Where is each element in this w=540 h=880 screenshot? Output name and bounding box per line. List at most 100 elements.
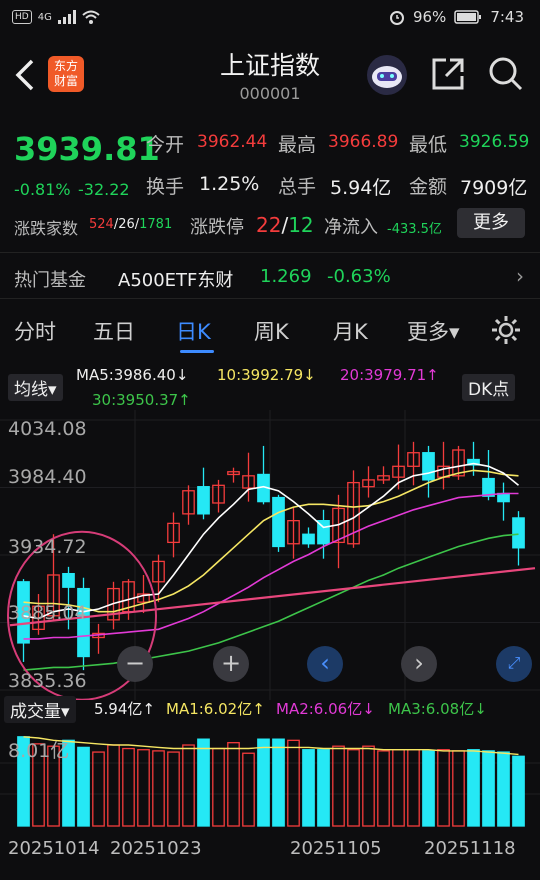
volume-chart[interactable] <box>0 724 540 834</box>
ma10-line <box>23 469 519 613</box>
change-percent: -0.81% <box>14 180 71 199</box>
tab-weekly-k[interactable]: 周K <box>254 316 289 346</box>
y-axis-label: 3934.72 <box>8 536 87 558</box>
amount-value: 7909亿 <box>460 177 528 199</box>
divider <box>0 252 540 253</box>
volume-indicator-select[interactable]: 成交量▾ <box>4 696 76 723</box>
volume-bar <box>197 738 210 827</box>
candle <box>407 441 420 486</box>
volume-bar <box>422 750 435 827</box>
candle <box>212 479 225 513</box>
tab-daily-k[interactable]: 日K <box>176 316 211 346</box>
chart-area: 均线▾ MA5:3986.40↓ 10:3992.79↓ 20:3979.71↑… <box>0 360 540 880</box>
high-value: 3966.89 <box>328 132 399 152</box>
volume-bar <box>137 749 150 827</box>
breadth-down: 1781 <box>139 217 173 232</box>
netflow-label: 净流入 <box>324 217 378 238</box>
more-button[interactable]: 更多 <box>457 208 525 238</box>
candle <box>137 575 150 614</box>
hot-fund-row[interactable]: 热门基金 A500ETF东财 1.269 -0.63% › <box>0 254 540 296</box>
open-label: 今开 <box>146 134 185 156</box>
volume-bar <box>227 742 240 827</box>
volume-bar <box>392 749 405 827</box>
volume-bar <box>437 749 450 827</box>
candle-body <box>272 496 285 548</box>
low-value: 3926.59 <box>459 132 530 152</box>
change-amount: -32.22 <box>78 180 130 199</box>
ma5-line <box>23 462 520 620</box>
y-axis-label: 3885.04 <box>8 602 87 624</box>
volume-bar <box>332 745 345 827</box>
candle <box>92 623 105 654</box>
ma20-line <box>23 492 519 640</box>
candle <box>227 467 240 483</box>
candle-body <box>497 492 510 503</box>
volume-bar <box>407 749 420 827</box>
zoom-in-button[interactable]: + <box>213 646 249 682</box>
low-label: 最低 <box>409 134 448 156</box>
indicator-select[interactable]: 均线▾ <box>8 374 63 401</box>
share-icon[interactable] <box>430 56 466 92</box>
search-icon[interactable] <box>488 56 524 92</box>
network-type: 4G <box>37 11 52 23</box>
chevron-right-icon: › <box>516 264 524 288</box>
candle <box>347 470 360 548</box>
robot-assistant-icon[interactable] <box>366 54 408 96</box>
volume-bar <box>497 751 510 827</box>
battery-percent: 96% <box>412 8 447 26</box>
netflow-value: -433.5亿 <box>387 222 442 237</box>
dk-point-button[interactable]: DK点 <box>462 374 516 401</box>
period-tabs: 分时 五日 日K 周K 月K 更多▾ <box>0 300 540 358</box>
status-bar: HD 4G 96% 7:43 <box>0 0 540 36</box>
volume-ma3-label: MA3:6.08亿↓ <box>388 700 487 718</box>
fund-price: 1.269 <box>260 266 312 287</box>
alarm-icon <box>389 11 404 25</box>
volume-bar <box>122 747 135 827</box>
tab-more[interactable]: 更多▾ <box>407 316 460 346</box>
breadth-label: 涨跌家数 <box>14 219 79 238</box>
volume-bar <box>242 752 255 827</box>
zoom-out-button[interactable]: − <box>117 646 153 682</box>
candle <box>497 482 510 521</box>
volume-bar <box>467 749 480 827</box>
fullscreen-expand-icon[interactable]: ⤢ <box>496 646 532 682</box>
candle <box>362 466 375 498</box>
last-price: 3939.81 <box>14 130 160 168</box>
volume-bar <box>287 739 300 827</box>
volume-bar <box>77 746 90 827</box>
breadth-flat: /26/ <box>113 217 140 232</box>
volume-label: 总手 <box>278 176 317 198</box>
limit-down: 12 <box>288 213 314 237</box>
scroll-right-button[interactable]: › <box>401 646 437 682</box>
volume-bar <box>107 744 120 827</box>
candle <box>482 450 495 501</box>
settings-gear-icon[interactable] <box>490 314 522 346</box>
turnover-value: 1.25% <box>199 173 260 195</box>
candle <box>512 511 525 566</box>
ma5-label: MA5:3986.40↓ <box>76 366 189 384</box>
fund-change: -0.63% <box>327 266 391 287</box>
clock: 7:43 <box>490 8 524 26</box>
volume-bar <box>347 749 360 827</box>
limit-label: 涨跌停 <box>190 217 244 238</box>
wifi-icon <box>82 10 100 24</box>
high-label: 最高 <box>278 134 317 156</box>
y-axis-label: 4034.08 <box>8 418 87 440</box>
hd-indicator: HD <box>12 10 32 24</box>
volume-bar <box>182 744 195 827</box>
date-label: 20251118 <box>424 838 516 859</box>
tab-intraday[interactable]: 分时 <box>14 316 56 346</box>
candle <box>257 445 270 505</box>
tab-monthly-k[interactable]: 月K <box>333 316 368 346</box>
scroll-left-button[interactable]: ‹ <box>307 646 343 682</box>
tab-five-day[interactable]: 五日 <box>93 316 135 346</box>
volume-bar <box>452 750 465 827</box>
candle <box>197 467 210 520</box>
open-value: 3962.44 <box>197 132 268 152</box>
volume-value-label: 5.94亿↑ <box>94 700 155 718</box>
quote-panel: 3939.81 -0.81% -32.22 今开 3962.44 最高 3966… <box>0 118 540 248</box>
candle-body <box>197 486 210 515</box>
candle <box>167 512 180 558</box>
breadth-up: 524 <box>89 217 114 232</box>
battery-icon <box>454 10 482 24</box>
